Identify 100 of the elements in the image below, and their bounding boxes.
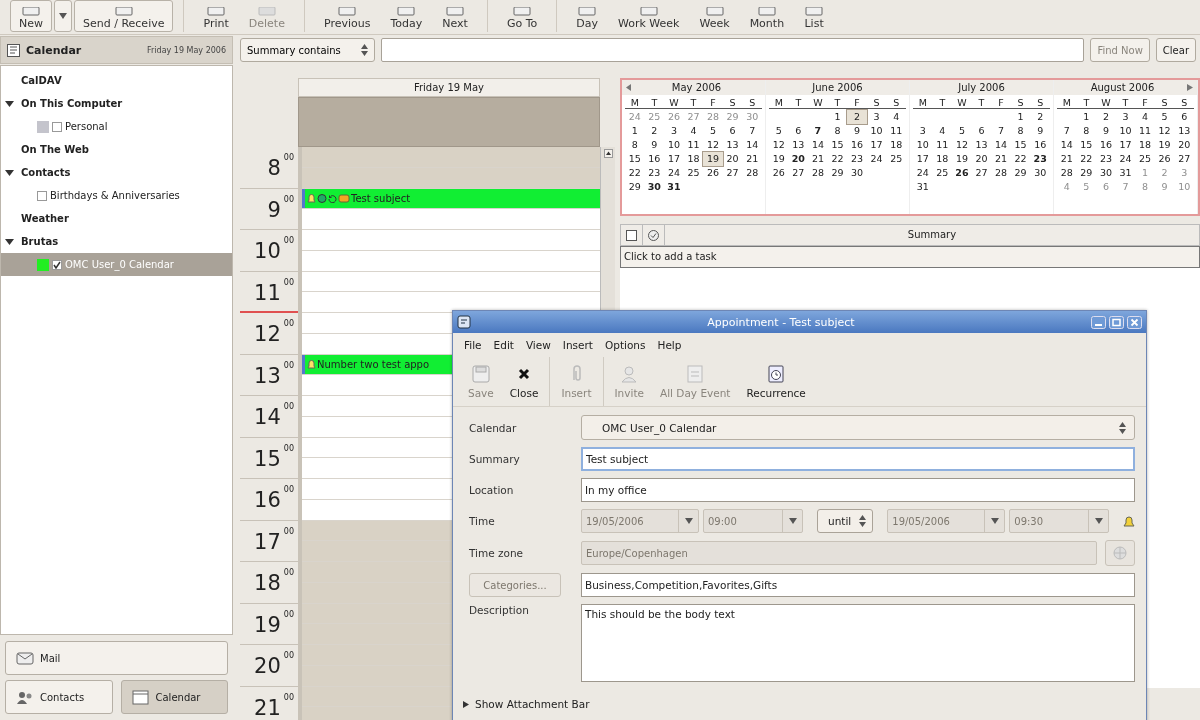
calendar-day[interactable]: 30 bbox=[644, 180, 665, 194]
calendar-day[interactable]: 23 bbox=[1030, 152, 1050, 166]
source-group[interactable]: Contacts bbox=[21, 167, 71, 178]
calendar-day[interactable]: 18 bbox=[683, 152, 704, 166]
calendar-day[interactable]: 7 bbox=[991, 124, 1011, 138]
calendar-dropdown[interactable]: OMC User_0 Calendar bbox=[581, 415, 1136, 440]
calendar-day[interactable]: 28 bbox=[991, 166, 1011, 180]
calendar-day[interactable]: 27 bbox=[722, 166, 743, 180]
expander-arrow-icon[interactable] bbox=[5, 99, 14, 108]
spinner-arrows-icon[interactable] bbox=[859, 515, 867, 527]
calendar-day[interactable]: 3 bbox=[664, 124, 684, 138]
calendar-day[interactable]: 4 bbox=[932, 124, 953, 138]
calendar-day[interactable]: 3 bbox=[1174, 166, 1194, 180]
calendar-day[interactable]: 8 bbox=[625, 138, 645, 152]
source-group[interactable]: CalDAV bbox=[21, 75, 62, 86]
calendar-day[interactable]: 24 bbox=[913, 166, 933, 180]
calendar-day[interactable]: 11 bbox=[1135, 124, 1155, 138]
calendar-day[interactable]: 1 bbox=[827, 110, 848, 124]
toolbar-button[interactable]: Send / Receive bbox=[74, 0, 174, 32]
calendar-day[interactable]: 5 bbox=[1076, 180, 1097, 194]
attachment-bar-toggle[interactable]: Show Attachment Bar bbox=[475, 698, 590, 710]
calendar-day[interactable]: 26 bbox=[769, 166, 789, 180]
calendar-day[interactable]: 5 bbox=[769, 124, 789, 138]
toolbar-button[interactable]: List bbox=[795, 0, 834, 32]
toolbar-button[interactable]: Day bbox=[567, 0, 607, 32]
calendar-day[interactable]: 5 bbox=[952, 124, 972, 138]
toolbar-button[interactable]: Go To bbox=[497, 0, 547, 32]
toolbar-button[interactable]: Month bbox=[740, 0, 794, 32]
calendar-day[interactable]: 1 bbox=[1010, 110, 1031, 124]
calendar-day[interactable]: 19 bbox=[769, 152, 789, 166]
calendar-day[interactable]: 11 bbox=[683, 138, 704, 152]
calendar-day[interactable]: 27 bbox=[788, 166, 809, 180]
calendar-day[interactable]: 7 bbox=[808, 124, 828, 138]
calendar-day[interactable]: 27 bbox=[683, 110, 704, 124]
calendar-day[interactable]: 30 bbox=[847, 166, 867, 180]
menu-item[interactable]: Insert bbox=[557, 339, 598, 351]
calendar-day[interactable]: 17 bbox=[913, 152, 933, 166]
menu-item[interactable]: File bbox=[459, 339, 487, 351]
column-header[interactable]: Summary bbox=[665, 225, 1199, 245]
calendar-day[interactable]: 14 bbox=[991, 138, 1011, 152]
calendar-day[interactable]: 25 bbox=[932, 166, 953, 180]
calendar-day[interactable]: 8 bbox=[1135, 180, 1155, 194]
scroll-up-icon[interactable] bbox=[603, 149, 613, 158]
toolbar-button[interactable]: Previous bbox=[314, 0, 380, 32]
calendar-day[interactable]: 12 bbox=[952, 138, 972, 152]
calendar-day[interactable]: 4 bbox=[683, 124, 704, 138]
calendar-day[interactable]: 22 bbox=[625, 166, 645, 180]
calendar-day[interactable]: 27 bbox=[971, 166, 992, 180]
calendar-day[interactable]: 11 bbox=[886, 124, 906, 138]
expander-arrow-icon[interactable] bbox=[5, 168, 14, 177]
calendar-day[interactable]: 17 bbox=[664, 152, 684, 166]
calendar-day[interactable]: 13 bbox=[971, 138, 992, 152]
calendar-day[interactable]: 5 bbox=[1154, 110, 1175, 124]
calendar-day[interactable]: 29 bbox=[1010, 166, 1031, 180]
calendar-day[interactable]: 4 bbox=[1135, 110, 1155, 124]
calendar-day[interactable]: 16 bbox=[1096, 138, 1116, 152]
calendar-day[interactable]: 26 bbox=[1154, 152, 1175, 166]
calendar-day[interactable]: 22 bbox=[827, 152, 848, 166]
calendar-day[interactable]: 29 bbox=[625, 180, 645, 194]
calendar-day[interactable]: 25 bbox=[886, 152, 906, 166]
minimize-icon[interactable] bbox=[1091, 315, 1106, 329]
calendar-day[interactable]: 27 bbox=[1174, 152, 1194, 166]
calendar-day[interactable]: 17 bbox=[866, 138, 887, 152]
calendar-day[interactable]: 22 bbox=[1076, 152, 1097, 166]
calendar-day[interactable]: 7 bbox=[1115, 180, 1136, 194]
calendar-day[interactable]: 15 bbox=[1076, 138, 1097, 152]
calendar-day[interactable]: 11 bbox=[932, 138, 953, 152]
calendar-day[interactable]: 2 bbox=[1096, 110, 1116, 124]
close-icon[interactable] bbox=[1127, 315, 1142, 329]
calendar-day[interactable]: 9 bbox=[847, 124, 867, 138]
spinner-arrows-icon[interactable] bbox=[360, 44, 368, 56]
menu-item[interactable]: Edit bbox=[488, 339, 519, 351]
calendar-day[interactable]: 6 bbox=[788, 124, 809, 138]
toolbar-button[interactable]: Work Week bbox=[609, 0, 689, 32]
calendar-day[interactable]: 25 bbox=[683, 166, 704, 180]
calendar-day[interactable]: 4 bbox=[886, 110, 906, 124]
maximize-icon[interactable] bbox=[1109, 315, 1124, 329]
calendar-day[interactable]: 23 bbox=[1096, 152, 1116, 166]
calendar-day[interactable]: 26 bbox=[703, 166, 723, 180]
calendar-day[interactable]: 21 bbox=[1057, 152, 1077, 166]
calendar-day[interactable]: 6 bbox=[722, 124, 743, 138]
source-group[interactable]: Weather bbox=[21, 213, 69, 224]
checkbox[interactable] bbox=[52, 121, 62, 132]
source-group[interactable]: On This Computer bbox=[21, 98, 123, 109]
calendar-day[interactable]: 24 bbox=[1115, 152, 1136, 166]
calendar-day[interactable]: 2 bbox=[644, 124, 665, 138]
calendar-day[interactable]: 2 bbox=[1154, 166, 1175, 180]
menu-item[interactable]: View bbox=[520, 339, 556, 351]
calendar-day[interactable]: 24 bbox=[866, 152, 887, 166]
switcher-button[interactable]: Mail bbox=[5, 641, 228, 675]
calendar-source[interactable]: Birthdays & Anniversaries bbox=[1, 184, 232, 207]
calendar-day[interactable]: 28 bbox=[703, 110, 723, 124]
calendar-day[interactable]: 31 bbox=[664, 180, 684, 194]
calendar-day[interactable]: 15 bbox=[1010, 138, 1031, 152]
calendar-day[interactable]: 10 bbox=[866, 124, 887, 138]
next-month-icon[interactable] bbox=[1187, 84, 1193, 91]
calendar-day[interactable]: 10 bbox=[1115, 124, 1136, 138]
calendar-day[interactable]: 13 bbox=[788, 138, 809, 152]
calendar-day[interactable]: 12 bbox=[769, 138, 789, 152]
calendar-day[interactable]: 21 bbox=[808, 152, 828, 166]
